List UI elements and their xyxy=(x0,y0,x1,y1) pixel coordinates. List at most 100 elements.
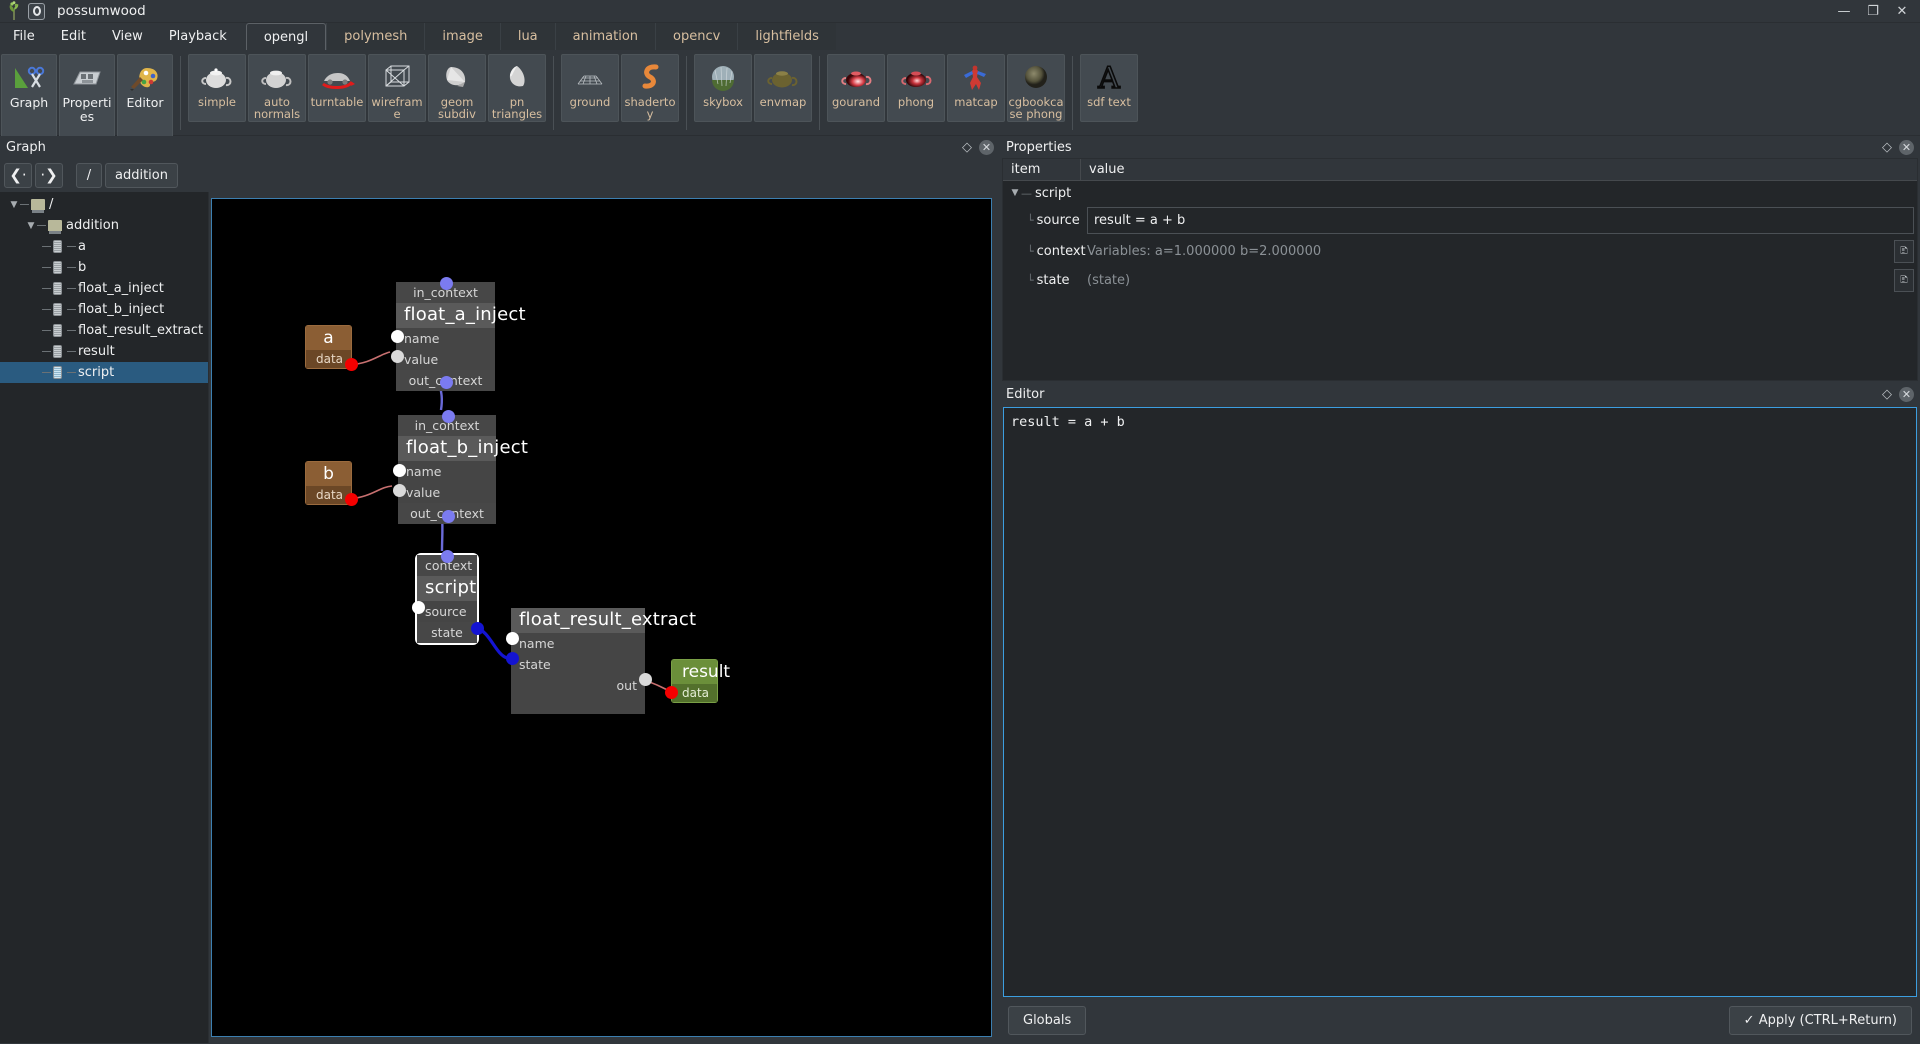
tree-item-root[interactable]: ▼ / xyxy=(0,194,208,215)
tree-item-b[interactable]: b xyxy=(0,257,208,278)
port-dot-float-b-in-context[interactable] xyxy=(442,410,455,423)
graph-node-port-value[interactable]: value xyxy=(398,482,496,503)
tab-opencv[interactable]: opencv xyxy=(655,23,738,50)
port-dot-extract-out[interactable] xyxy=(639,673,652,686)
graph-node-port-source[interactable]: source xyxy=(417,601,477,622)
state-expand-icon[interactable]: 🗈 xyxy=(1894,269,1914,292)
properties-input-source[interactable]: result = a + b xyxy=(1087,207,1914,234)
graph-canvas[interactable]: a data in_context float_a_inject name va… xyxy=(211,198,992,1037)
graph-node-script[interactable]: context script source state xyxy=(417,555,477,643)
graph-forward-button[interactable]: ·❯ xyxy=(35,162,63,188)
menu-playback[interactable]: Playback xyxy=(156,23,240,50)
properties-row-script[interactable]: ▼ — script xyxy=(1003,181,1917,203)
graph-node-section-state[interactable]: state xyxy=(417,622,477,643)
menu-edit[interactable]: Edit xyxy=(48,23,99,50)
tab-lua[interactable]: lua xyxy=(499,23,555,50)
properties-row-state[interactable]: └ state (state) 🗈 xyxy=(1003,263,1917,292)
close-button[interactable]: ✕ xyxy=(1888,1,1916,22)
toolbar-item-phong[interactable]: phong xyxy=(887,54,945,122)
chevron-down-icon[interactable]: ▼ xyxy=(1009,188,1021,198)
graph-node-port-value[interactable]: value xyxy=(396,349,495,370)
tab-opengl[interactable]: opengl xyxy=(245,23,327,50)
breadcrumb-root[interactable]: / xyxy=(76,162,102,188)
port-dot-extract-name[interactable] xyxy=(506,632,519,645)
toolbar-item-label: sdf text xyxy=(1087,95,1131,109)
toolbar-item-ground[interactable]: ground xyxy=(561,54,619,122)
properties-row-context[interactable]: └ context Variables: a=1.000000 b=2.0000… xyxy=(1003,234,1917,263)
breadcrumb-addition[interactable]: addition xyxy=(105,162,178,188)
toolbar-item-envmap[interactable]: envmap xyxy=(754,54,812,122)
toolbar-item-wireframe[interactable]: wireframe xyxy=(368,54,426,122)
tree-item-float-result-extract[interactable]: float_result_extract xyxy=(0,320,208,341)
graph-back-button[interactable]: ❮· xyxy=(4,162,32,188)
toolbar-item-gourand[interactable]: gourand xyxy=(827,54,885,122)
port-dot-float-a-in-context[interactable] xyxy=(440,277,453,290)
tab-image[interactable]: image xyxy=(424,23,500,50)
editor-close-icon[interactable]: ✕ xyxy=(1899,386,1914,402)
apply-button[interactable]: ✓ Apply (CTRL+Return) xyxy=(1728,1005,1912,1035)
toolbar-item-auto-normals[interactable]: auto normals xyxy=(248,54,306,122)
tree-item-a[interactable]: a xyxy=(0,236,208,257)
chevron-down-icon[interactable]: ▼ xyxy=(8,200,20,210)
tree-item-result[interactable]: result xyxy=(0,341,208,362)
port-dot-script-state[interactable] xyxy=(471,622,484,635)
toolbar-item-geom-subdiv[interactable]: geom subdiv xyxy=(428,54,486,122)
maximize-button[interactable]: ❐ xyxy=(1859,1,1887,22)
port-dot-script-source[interactable] xyxy=(412,601,425,614)
properties-float-icon[interactable]: ◇ xyxy=(1878,138,1896,156)
graph-node-port-out[interactable]: out xyxy=(511,675,645,696)
toolbar-item-sdf-text[interactable]: A sdf text xyxy=(1080,54,1138,122)
toolbar-item-skybox[interactable]: skybox xyxy=(694,54,752,122)
toolbar-item-label: gourand xyxy=(832,95,880,109)
port-dot-float-a-value[interactable] xyxy=(391,350,404,363)
chevron-down-icon[interactable]: ▼ xyxy=(25,221,37,231)
port-dot-a-data[interactable] xyxy=(345,358,358,371)
tree-item-script[interactable]: script xyxy=(0,362,208,383)
window-title: possumwood xyxy=(57,3,146,19)
tab-lightfields[interactable]: lightfields xyxy=(737,23,836,50)
port-dot-result-data[interactable] xyxy=(665,686,678,699)
toolbar-item-pn-triangles[interactable]: pn triangles xyxy=(488,54,546,122)
toolbar-item-simple[interactable]: simple xyxy=(188,54,246,122)
globals-button[interactable]: Globals xyxy=(1008,1005,1087,1035)
graph-node-float-a-inject[interactable]: in_context float_a_inject name value out… xyxy=(396,282,526,391)
graph-node-port-name[interactable]: name xyxy=(511,633,645,654)
graph-node-float-b-inject[interactable]: in_context float_b_inject name value out… xyxy=(398,415,528,524)
port-dot-float-a-name[interactable] xyxy=(391,330,404,343)
graph-node-port-name[interactable]: name xyxy=(396,328,495,349)
properties-row-source[interactable]: └ source result = a + b xyxy=(1003,203,1917,234)
context-expand-icon[interactable]: 🗈 xyxy=(1894,240,1914,263)
graph-node-port-name[interactable]: name xyxy=(398,461,496,482)
minimize-button[interactable]: — xyxy=(1830,1,1858,22)
port-dot-script-context[interactable] xyxy=(441,550,454,563)
tree-item-float-a-inject[interactable]: float_a_inject xyxy=(0,278,208,299)
graph-float-icon[interactable]: ◇ xyxy=(958,138,976,156)
graph-node-float-result-extract[interactable]: float_result_extract name state out xyxy=(511,608,696,714)
graph-node-result[interactable]: result data xyxy=(671,659,730,703)
port-dot-float-b-name[interactable] xyxy=(393,464,406,477)
toolbar-item-matcap[interactable]: matcap xyxy=(947,54,1005,122)
graph-close-icon[interactable]: ✕ xyxy=(979,139,994,155)
tree-item-float-b-inject[interactable]: float_b_inject xyxy=(0,299,208,320)
tab-polymesh[interactable]: polymesh xyxy=(326,23,425,50)
port-dot-float-a-out-context[interactable] xyxy=(440,376,453,389)
graph-node-port-data[interactable]: data xyxy=(672,684,717,702)
node-icon xyxy=(53,240,62,253)
port-dot-float-b-value[interactable] xyxy=(393,484,406,497)
toolbar-item-label: wireframe xyxy=(371,95,423,122)
editor-code-area[interactable]: result = a + b xyxy=(1003,407,1917,997)
editor-float-icon[interactable]: ◇ xyxy=(1878,385,1896,403)
properties-close-icon[interactable]: ✕ xyxy=(1899,139,1914,155)
tab-animation[interactable]: animation xyxy=(554,23,656,50)
graph-node-port-state[interactable]: state xyxy=(511,654,645,675)
menu-file[interactable]: File xyxy=(0,23,48,50)
menu-view[interactable]: View xyxy=(99,23,156,50)
graph-node-port-data[interactable]: data xyxy=(306,486,351,504)
toolbar-item-cgbookcase-phong[interactable]: cgbookcase phong xyxy=(1007,54,1065,122)
port-dot-extract-state[interactable] xyxy=(506,652,519,665)
toolbar-item-shadertoy[interactable]: shadertoy xyxy=(621,54,679,122)
tree-item-addition[interactable]: ▼ addition xyxy=(0,215,208,236)
port-dot-b-data[interactable] xyxy=(345,493,358,506)
port-dot-float-b-out-context[interactable] xyxy=(442,510,455,523)
toolbar-item-turntable[interactable]: turntable xyxy=(308,54,366,122)
